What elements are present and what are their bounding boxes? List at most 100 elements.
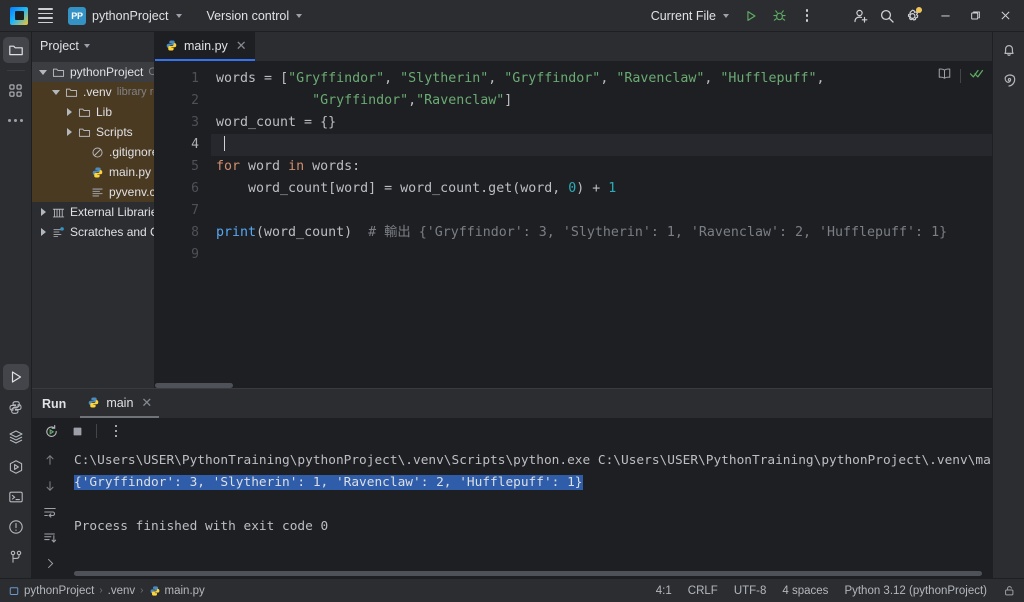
- add-account-button[interactable]: [848, 3, 874, 29]
- tree-node-lib[interactable]: Lib: [32, 102, 154, 122]
- tree-node--gitignore[interactable]: .gitignore: [32, 142, 154, 162]
- stop-button[interactable]: [66, 420, 88, 442]
- tree-node-label: pythonProject: [70, 65, 144, 79]
- chevron-down-icon[interactable]: [49, 89, 63, 95]
- line-separator[interactable]: CRLF: [688, 585, 718, 597]
- python-interpreter[interactable]: Python 3.12 (pythonProject): [844, 585, 987, 597]
- sidebar-item-services[interactable]: [3, 424, 29, 450]
- breadcrumb-label: .venv: [107, 584, 136, 597]
- run-tab-main[interactable]: main ✕: [80, 389, 160, 418]
- close-button[interactable]: [990, 2, 1020, 30]
- code-token: ,: [704, 71, 721, 86]
- editor-tab-main-py[interactable]: main.py ✕: [155, 32, 255, 61]
- tree-node-pythonproject[interactable]: pythonProject C:\: [32, 62, 154, 82]
- run-tab-label: main: [106, 395, 134, 410]
- tree-node-external-libraries[interactable]: External Libraries: [32, 202, 154, 222]
- sidebar-item-coverage[interactable]: [3, 454, 29, 480]
- sidebar-item-more[interactable]: [3, 107, 29, 133]
- left-tool-strip: [0, 32, 32, 578]
- breadcrumb-item-main-py[interactable]: main.py: [149, 585, 205, 597]
- chevron-right-icon: [47, 559, 53, 569]
- expand-console-button[interactable]: [39, 553, 61, 574]
- more-run-options-button[interactable]: [105, 420, 127, 442]
- breadcrumb[interactable]: pythonProject › .venv › main.py: [8, 585, 205, 597]
- tree-node-scratches-and-cor[interactable]: Scratches and Cor: [32, 222, 154, 242]
- run-button[interactable]: [738, 3, 764, 29]
- minimize-button[interactable]: [930, 2, 960, 30]
- editor-horizontal-scrollbar[interactable]: [155, 383, 233, 388]
- inspections-ok-icon[interactable]: [969, 66, 984, 86]
- indent-setting[interactable]: 4 spaces: [782, 585, 828, 597]
- close-icon[interactable]: ✕: [141, 396, 152, 409]
- breadcrumb-item--venv[interactable]: .venv: [108, 585, 136, 597]
- minimize-icon: [940, 15, 950, 17]
- sidebar-item-run[interactable]: [2, 364, 29, 390]
- chevron-right-icon[interactable]: [36, 208, 50, 216]
- console-output[interactable]: C:\Users\USER\PythonTraining\pythonProje…: [68, 444, 992, 578]
- sidebar-item-python-console[interactable]: [3, 394, 29, 420]
- reader-mode-icon[interactable]: [937, 66, 952, 86]
- search-everywhere-button[interactable]: [874, 3, 900, 29]
- sidebar-item-terminal[interactable]: [3, 484, 29, 510]
- layers-icon: [8, 430, 23, 444]
- config-file-icon: [89, 186, 105, 199]
- tree-node-main-py[interactable]: main.py: [32, 162, 154, 182]
- version-control-widget[interactable]: Version control: [199, 4, 309, 28]
- code-token: ]: [504, 93, 513, 108]
- tree-node-pyvenv-cfg[interactable]: pyvenv.cfg: [32, 182, 154, 202]
- caret-position[interactable]: 4:1: [656, 585, 672, 597]
- chevron-right-icon[interactable]: [36, 228, 50, 236]
- tree-node--venv[interactable]: .venv library root: [32, 82, 154, 102]
- sidebar-item-version-control[interactable]: [3, 544, 29, 570]
- main-menu-button[interactable]: [32, 3, 58, 29]
- module-icon: [9, 586, 19, 595]
- project-pane-header[interactable]: Project: [32, 32, 154, 60]
- tree-node-scripts[interactable]: Scripts: [32, 122, 154, 142]
- line-number: 7: [191, 203, 199, 218]
- code-token: "Gryffindor": [288, 71, 385, 86]
- close-icon[interactable]: ✕: [236, 39, 247, 52]
- file-encoding[interactable]: UTF-8: [734, 585, 767, 597]
- sidebar-item-project[interactable]: [2, 37, 29, 63]
- more-run-actions-button[interactable]: [794, 3, 820, 29]
- tree-node-label: .venv: [83, 85, 112, 99]
- soft-wrap-button[interactable]: [39, 502, 61, 523]
- ai-assistant-button[interactable]: [996, 67, 1022, 93]
- chevron-right-icon[interactable]: [62, 128, 76, 136]
- editor-gutter[interactable]: 1 2 3 4 5 6 7 8 9: [155, 61, 211, 388]
- folder-icon: [63, 86, 79, 99]
- editor-area: main.py ✕ 123456789 words = ["Gryffindor…: [155, 32, 992, 388]
- chevron-right-icon[interactable]: [62, 108, 76, 116]
- maximize-button[interactable]: [960, 2, 990, 30]
- prev-occurrence-button[interactable]: [39, 450, 61, 471]
- lock-open-icon[interactable]: [1003, 584, 1016, 597]
- maximize-icon: [970, 11, 980, 20]
- debug-button[interactable]: [766, 3, 792, 29]
- code-token: "Gryffindor": [504, 71, 601, 86]
- code-token: =: [264, 71, 281, 86]
- bell-icon: [1003, 45, 1014, 56]
- sidebar-item-problems[interactable]: [3, 514, 29, 540]
- console-horizontal-scrollbar[interactable]: [74, 571, 982, 576]
- project-widget[interactable]: PP pythonProject: [64, 4, 189, 28]
- editor-code-area[interactable]: words = ["Gryffindor", "Slytherin", "Gry…: [211, 61, 992, 388]
- project-tree[interactable]: pythonProject C:\ .venv library rootLib Scri…: [32, 60, 154, 388]
- code-line: [211, 134, 992, 156]
- workspace: Project pythonProject C:\ .venv library roo…: [0, 32, 1024, 578]
- folder-icon: [76, 106, 92, 119]
- chevron-down-icon[interactable]: [36, 69, 50, 75]
- next-occurrence-button[interactable]: [39, 476, 61, 497]
- config-file-icon: [91, 188, 103, 196]
- code-token: words:: [304, 159, 361, 174]
- settings-button[interactable]: [900, 3, 926, 29]
- notifications-button[interactable]: [996, 37, 1022, 63]
- editor-tab-label: main.py: [184, 38, 228, 53]
- breadcrumb-item-pythonproject[interactable]: pythonProject: [8, 585, 94, 597]
- python-file-icon: [150, 585, 159, 596]
- rerun-button[interactable]: [40, 420, 62, 442]
- code-token: "Ravenclaw": [616, 71, 705, 86]
- scroll-to-end-button[interactable]: [39, 527, 61, 548]
- code-editor[interactable]: 123456789 words = ["Gryffindor", "Slythe…: [155, 61, 992, 388]
- sidebar-item-structure[interactable]: [3, 77, 29, 103]
- run-configuration-selector[interactable]: Current File: [644, 4, 736, 28]
